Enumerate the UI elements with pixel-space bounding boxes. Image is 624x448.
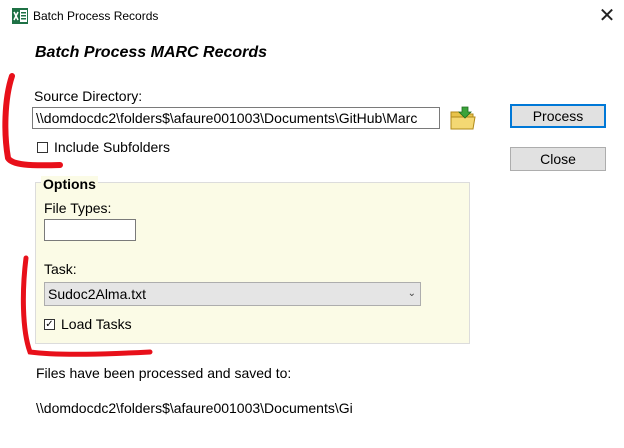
load-tasks-label: Load Tasks <box>61 316 132 332</box>
window-title: Batch Process Records <box>33 9 159 23</box>
dialog-heading: Batch Process MARC Records <box>35 44 268 61</box>
file-types-label: File Types: <box>44 200 112 216</box>
status-message: Files have been processed and saved to: <box>36 365 292 381</box>
process-button[interactable]: Process <box>510 104 606 128</box>
folder-open-icon[interactable] <box>448 104 478 132</box>
load-tasks-box[interactable]: ✓ <box>44 318 55 330</box>
close-button[interactable]: Close <box>510 147 606 171</box>
app-icon <box>12 8 28 24</box>
source-directory-label: Source Directory: <box>34 88 143 104</box>
status-output-path: \\domdocdc2\folders$\afaure001003\Docume… <box>36 400 353 416</box>
close-window-icon[interactable]: ✕ <box>596 5 618 27</box>
task-select[interactable]: Sudoc2Alma.txt ⌄ <box>44 282 421 306</box>
file-types-input[interactable] <box>44 219 136 241</box>
chevron-down-icon: ⌄ <box>407 288 416 299</box>
task-selected-value: Sudoc2Alma.txt <box>48 286 147 302</box>
load-tasks-checkbox[interactable]: ✓ Load Tasks <box>44 315 132 333</box>
task-label: Task: <box>44 261 77 277</box>
options-legend: Options <box>41 176 98 192</box>
include-subfolders-box[interactable] <box>37 141 48 153</box>
include-subfolders-checkbox[interactable]: Include Subfolders <box>37 138 170 156</box>
source-directory-input[interactable]: \\domdocdc2\folders$\afaure001003\Docume… <box>32 107 440 129</box>
include-subfolders-label: Include Subfolders <box>54 139 170 155</box>
